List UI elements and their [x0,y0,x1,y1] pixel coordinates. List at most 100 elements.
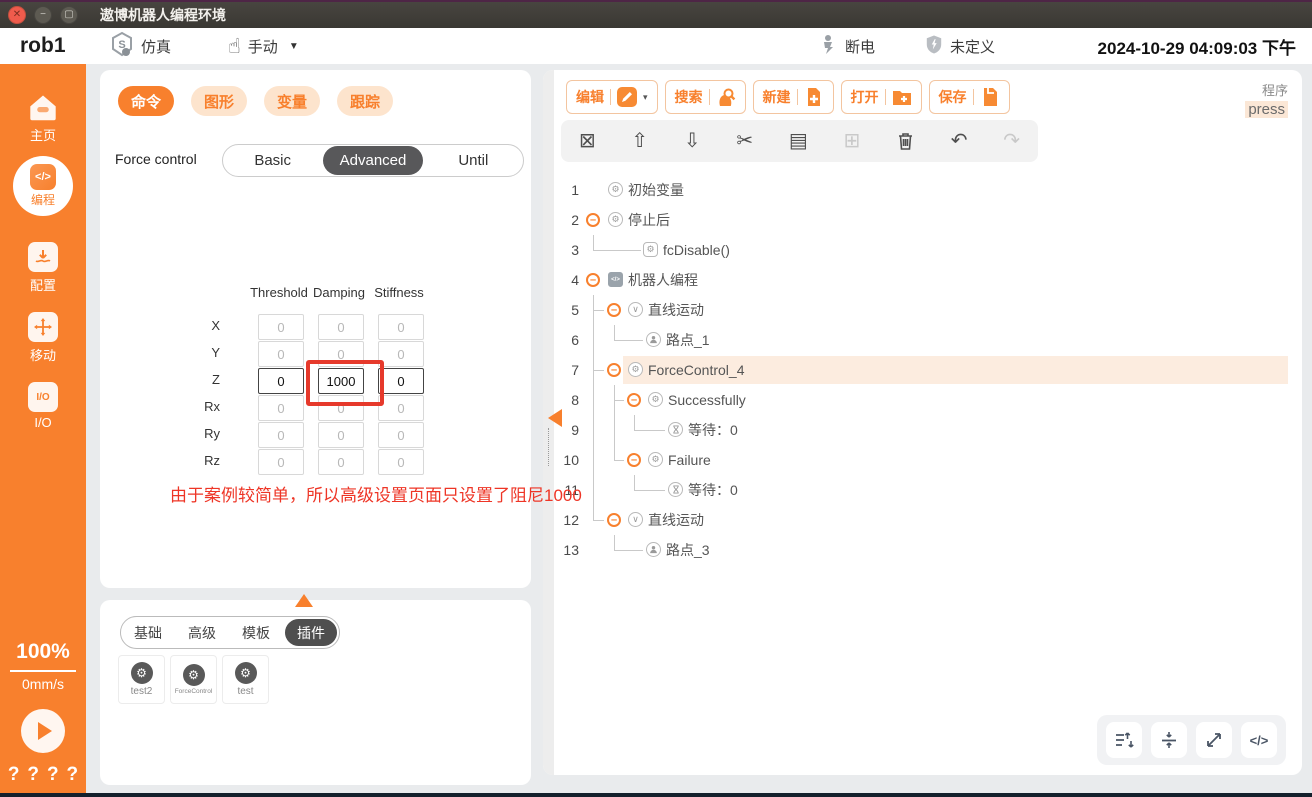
force-input-Rx-damping[interactable] [318,395,364,421]
force-input-Z-stiffness[interactable] [378,368,424,394]
sidebar-item-programming[interactable]: </> 编程 [13,156,73,216]
tab-变量[interactable]: 变量 [264,86,320,116]
help-question-mark[interactable]: ? [27,764,39,786]
sidebar-item-home[interactable]: 主页 [0,92,86,144]
panel-collapse-handle-left[interactable] [548,409,562,427]
node-label: 机器人编程 [628,265,698,295]
move-up-icon[interactable]: ⇧ [631,131,648,151]
collapse-toggle-icon[interactable]: – [607,513,621,527]
power-status[interactable]: 断电 [818,28,875,64]
tree-row[interactable]: 12–∨直线运动 [543,505,1288,535]
window-minimize-button[interactable]: − [34,6,52,24]
force-input-X-threshold[interactable] [258,314,304,340]
safety-status[interactable]: 未定义 [925,28,995,64]
top-menubar: rob1 S 仿真 ☝ 手动 ▼ 断电 未定义 2024-10-29 04:09… [0,28,1312,64]
force-input-Ry-damping[interactable] [318,422,364,448]
library-tab-模板[interactable]: 模板 [229,617,283,648]
window-maximize-button[interactable]: ▢ [60,6,78,24]
expand-icon[interactable] [1196,722,1232,758]
tree-row[interactable]: 10–⚙Failure [543,445,1288,475]
tree-row[interactable]: 9等待：0 [543,415,1288,445]
save-file-icon [980,87,1000,107]
force-input-Z-threshold[interactable] [258,368,304,394]
line-number: 4 [559,272,579,288]
collapse-toggle-icon[interactable]: – [586,213,600,227]
collapse-toggle-icon[interactable]: – [607,363,621,377]
force-input-Ry-threshold[interactable] [258,422,304,448]
tree-row[interactable]: 11等待：0 [543,475,1288,505]
desktop-bottom-edge [0,793,1312,797]
tree-row[interactable]: 13路点_3 [543,535,1288,565]
force-input-Rz-threshold[interactable] [258,449,304,475]
hand-icon: ☝ [228,34,241,59]
tree-row[interactable]: 6路点_1 [543,325,1288,355]
force-mode-until[interactable]: Until [424,145,523,176]
play-button[interactable] [21,709,65,753]
delete-icon[interactable] [896,131,915,151]
force-input-X-damping[interactable] [318,314,364,340]
sidebar-item-io[interactable]: I/O I/O [0,382,86,430]
deselect-icon[interactable]: ⊠ [579,131,596,151]
line-number: 2 [559,212,579,228]
force-input-Y-damping[interactable] [318,341,364,367]
column-header: Damping [313,285,365,300]
program-name[interactable]: press [1245,101,1288,118]
undo-icon[interactable]: ↶ [951,131,968,151]
cut-icon[interactable]: ✂ [736,131,753,151]
mode-selector[interactable]: ☝ 手动 ▼ [228,28,299,64]
tree-row[interactable]: 5–∨直线运动 [543,295,1288,325]
help-question-mark[interactable]: ? [66,764,78,786]
force-input-Z-damping[interactable] [318,368,364,394]
tab-图形[interactable]: 图形 [191,86,247,116]
code-view-icon[interactable]: </> [1241,722,1277,758]
collapse-toggle-icon[interactable]: – [627,453,641,467]
force-input-Rx-threshold[interactable] [258,395,304,421]
force-input-Y-threshold[interactable] [258,341,304,367]
plugin-tile-test[interactable]: ⚙test [222,655,269,704]
library-tab-插件[interactable]: 插件 [285,619,337,646]
collapse-toggle-icon[interactable]: – [627,393,641,407]
collapse-all-icon[interactable] [1151,722,1187,758]
tree-row[interactable]: 7–⚙ForceControl_4 [543,355,1288,385]
collapse-toggle-icon[interactable]: – [607,303,621,317]
sidebar-item-move[interactable]: 移动 [0,312,86,364]
library-tab-高级[interactable]: 高级 [175,617,229,648]
simulation-toggle[interactable]: S 仿真 [110,28,171,64]
move-down-icon[interactable]: ⇩ [684,131,701,151]
force-input-Ry-stiffness[interactable] [378,422,424,448]
paste-list-icon[interactable]: ▤ [789,131,808,151]
保存-button[interactable]: 保存 [929,80,1010,114]
force-input-Rz-stiffness[interactable] [378,449,424,475]
speed-percent[interactable]: 100% [10,640,76,672]
编辑-button[interactable]: 编辑▾ [566,80,658,114]
library-tab-基础[interactable]: 基础 [121,617,175,648]
force-input-X-stiffness[interactable] [378,314,424,340]
搜索-button[interactable]: 搜索 [665,80,746,114]
help-question-mark[interactable]: ? [47,764,59,786]
tree-row[interactable]: 2–⚙停止后 [543,205,1288,235]
force-input-Rz-damping[interactable] [318,449,364,475]
tab-跟踪[interactable]: 跟踪 [337,86,393,116]
collapse-toggle-icon[interactable]: – [586,273,600,287]
打开-button[interactable]: 打开 [841,80,922,114]
新建-button[interactable]: 新建 [753,80,834,114]
force-mode-advanced[interactable]: Advanced [323,146,422,175]
force-mode-basic[interactable]: Basic [223,145,322,176]
plugin-tile-test2[interactable]: ⚙test2 [118,655,165,704]
sidebar-item-config[interactable]: 配置 [0,242,86,294]
panel-collapse-handle-up[interactable] [295,594,313,607]
tree-connector [593,445,594,475]
sort-order-icon[interactable] [1106,722,1142,758]
force-input-Y-stiffness[interactable] [378,341,424,367]
tree-row[interactable]: 3⚙fcDisable() [543,235,1288,265]
node-label: ForceControl_4 [648,355,745,385]
tab-命令[interactable]: 命令 [118,86,174,116]
plugin-tile-ForceControl[interactable]: ⚙ForceControl [170,655,217,704]
window-close-button[interactable]: ✕ [8,6,26,24]
tree-row[interactable]: 1⚙初始变量 [543,175,1288,205]
tree-row[interactable]: 4–</>机器人编程 [543,265,1288,295]
force-input-Rx-stiffness[interactable] [378,395,424,421]
help-marks[interactable]: ???? [0,764,86,786]
help-question-mark[interactable]: ? [8,764,20,786]
tree-row[interactable]: 8–⚙Successfully [543,385,1288,415]
